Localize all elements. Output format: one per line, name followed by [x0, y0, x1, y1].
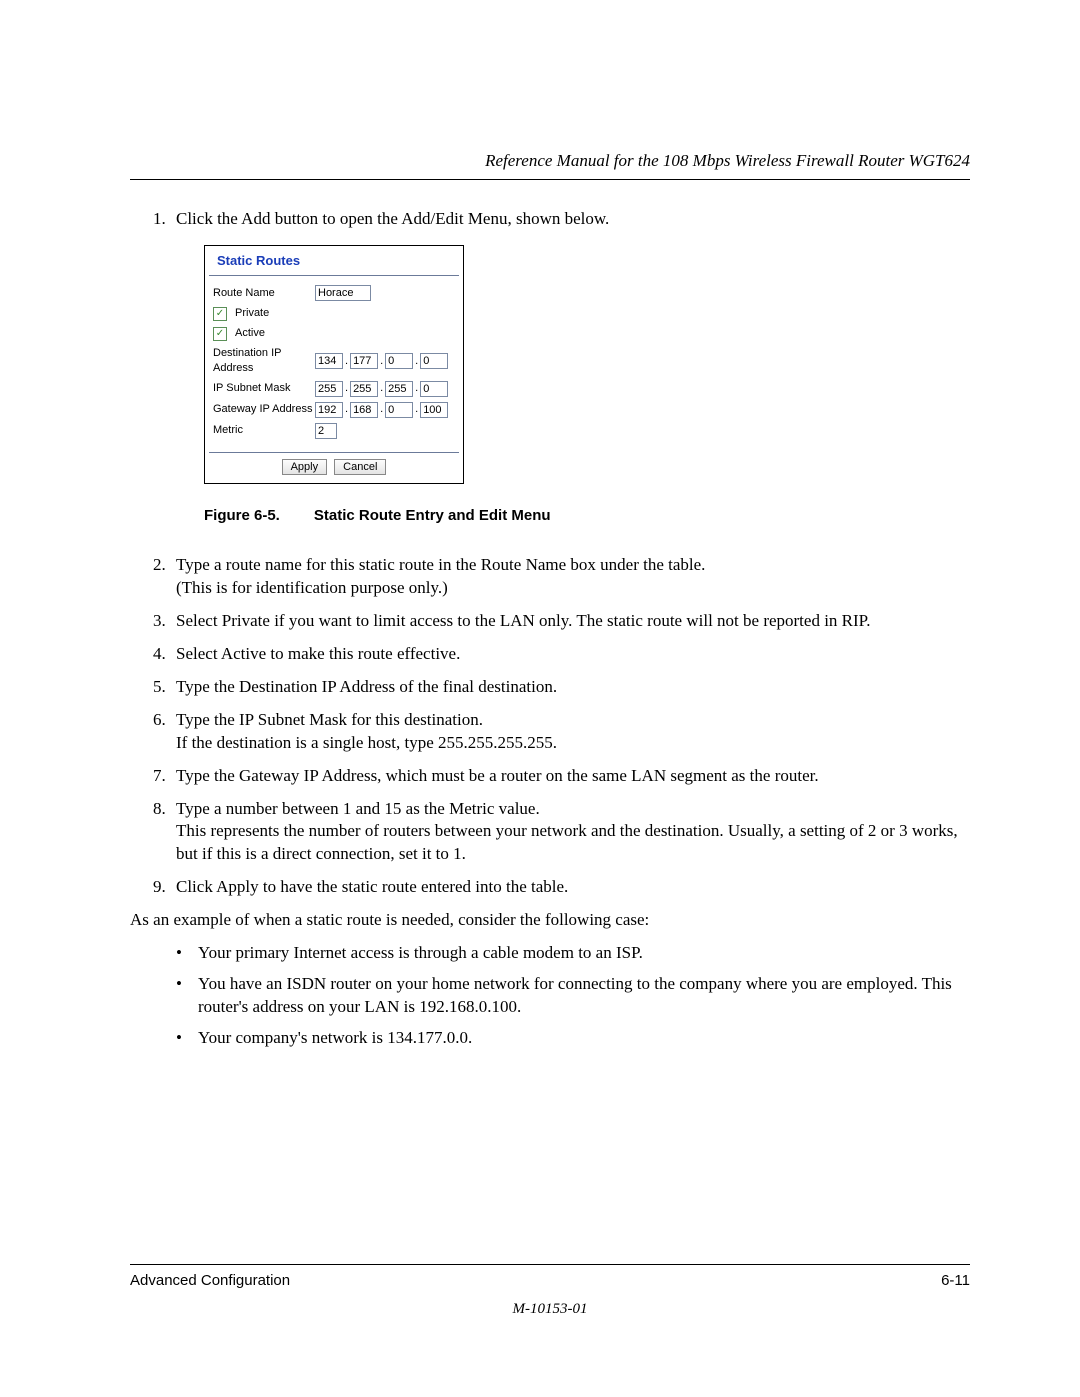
route-name-input[interactable]: [315, 285, 371, 301]
step-3: Select Private if you want to limit acce…: [170, 610, 970, 633]
figure-6-5: Static Routes Route Name ✓ Private ✓ Ac: [204, 245, 970, 526]
figure-caption: Figure 6-5. Static Route Entry and Edit M…: [204, 506, 970, 526]
footer-left: Advanced Configuration: [130, 1271, 290, 1291]
step-6-text-b: If the destination is a single host, typ…: [176, 733, 557, 752]
example-bullets: Your primary Internet access is through …: [170, 942, 970, 1050]
step-2: Type a route name for this static route …: [170, 554, 970, 600]
dest-oct-1[interactable]: [315, 353, 343, 369]
active-checkbox[interactable]: ✓: [213, 327, 227, 341]
step-8-text-b: This represents the number of routers be…: [176, 821, 958, 863]
step-5: Type the Destination IP Address of the f…: [170, 676, 970, 699]
dest-oct-4[interactable]: [420, 353, 448, 369]
step-1: Click the Add button to open the Add/Edi…: [170, 208, 970, 526]
mask-oct-2[interactable]: [350, 381, 378, 397]
page-footer: Advanced Configuration 6-11 M-10153-01: [130, 1264, 970, 1320]
step-6: Type the IP Subnet Mask for this destina…: [170, 709, 970, 755]
step-4: Select Active to make this route effecti…: [170, 643, 970, 666]
gw-oct-2[interactable]: [350, 402, 378, 418]
step-6-text-a: Type the IP Subnet Mask for this destina…: [176, 710, 483, 729]
mask-oct-3[interactable]: [385, 381, 413, 397]
mask-oct-1[interactable]: [315, 381, 343, 397]
footer-right: 6-11: [941, 1271, 970, 1291]
step-8: Type a number between 1 and 15 as the Me…: [170, 798, 970, 867]
panel-title: Static Routes: [209, 246, 459, 277]
bullet-1: Your primary Internet access is through …: [170, 942, 970, 965]
step-8-text-a: Type a number between 1 and 15 as the Me…: [176, 799, 540, 818]
figure-caption-text: Static Route Entry and Edit Menu: [314, 507, 551, 524]
label-dest-ip: Destination IP Address: [213, 346, 315, 376]
label-gateway: Gateway IP Address: [213, 402, 315, 417]
label-subnet: IP Subnet Mask: [213, 381, 315, 396]
cancel-button[interactable]: Cancel: [334, 459, 386, 475]
apply-button[interactable]: Apply: [282, 459, 328, 475]
step-2-text-b: (This is for identification purpose only…: [176, 578, 448, 597]
step-1-text: Click the Add button to open the Add/Edi…: [176, 209, 609, 228]
label-route-name: Route Name: [213, 286, 315, 301]
step-9: Click Apply to have the static route ent…: [170, 876, 970, 899]
dest-oct-3[interactable]: [385, 353, 413, 369]
label-private: Private: [235, 306, 269, 321]
instruction-list: Click the Add button to open the Add/Edi…: [130, 208, 970, 899]
metric-input[interactable]: [315, 423, 337, 439]
mask-oct-4[interactable]: [420, 381, 448, 397]
static-routes-panel: Static Routes Route Name ✓ Private ✓ Ac: [204, 245, 464, 484]
step-7: Type the Gateway IP Address, which must …: [170, 765, 970, 788]
bullet-2: You have an ISDN router on your home net…: [170, 973, 970, 1019]
footer-docnum: M-10153-01: [130, 1299, 970, 1319]
figure-label: Figure 6-5.: [204, 507, 280, 524]
private-checkbox[interactable]: ✓: [213, 307, 227, 321]
bullet-3: Your company's network is 134.177.0.0.: [170, 1027, 970, 1050]
gw-oct-4[interactable]: [420, 402, 448, 418]
gw-oct-1[interactable]: [315, 402, 343, 418]
gw-oct-3[interactable]: [385, 402, 413, 418]
label-active: Active: [235, 326, 265, 341]
dest-oct-2[interactable]: [350, 353, 378, 369]
page-header: Reference Manual for the 108 Mbps Wirele…: [130, 150, 970, 180]
step-2-text-a: Type a route name for this static route …: [176, 555, 705, 574]
label-metric: Metric: [213, 423, 315, 438]
example-intro: As an example of when a static route is …: [130, 909, 970, 932]
